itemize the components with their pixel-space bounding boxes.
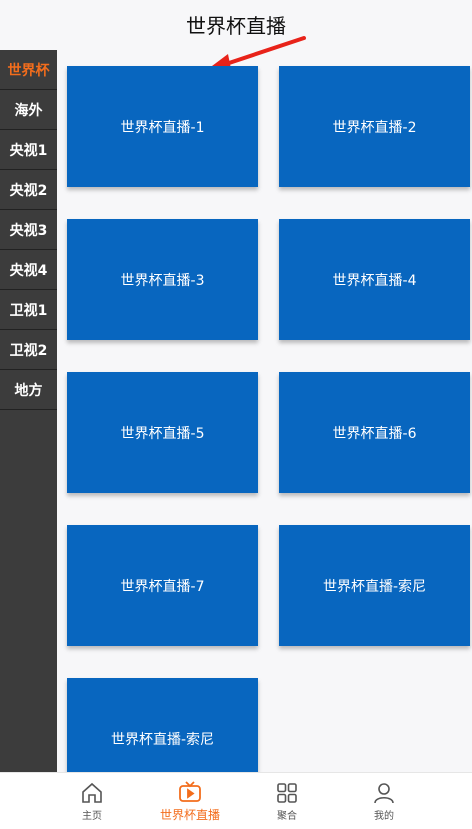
channel-card-label: 世界杯直播-4: [332, 272, 417, 289]
grid-icon: [277, 782, 297, 803]
sidebar-item-label: 卫视2: [9, 342, 48, 359]
sidebar-item-label: 世界杯: [7, 62, 50, 79]
channel-card-label: 世界杯直播-索尼: [110, 731, 215, 748]
sidebar-item-label: 央视2: [9, 182, 48, 199]
channel-card-sony[interactable]: 世界杯直播-索尼: [279, 525, 470, 646]
sidebar-item-satellite2[interactable]: 卫视2: [0, 330, 57, 370]
user-icon: [374, 782, 394, 803]
channel-card-label: 世界杯直播-2: [332, 119, 417, 136]
tab-label: 主页: [82, 810, 102, 822]
channel-card-3[interactable]: 世界杯直播-3: [67, 219, 258, 340]
tab-mine[interactable]: 我的: [344, 773, 424, 829]
sidebar-item-label: 海外: [14, 102, 43, 119]
category-sidebar: 世界杯 海外 央视1 央视2 央视3 央视4 卫视1 卫视2 地方: [0, 50, 57, 772]
channel-card-7[interactable]: 世界杯直播-7: [67, 525, 258, 646]
sidebar-item-cctv3[interactable]: 央视3: [0, 210, 57, 250]
channel-card-label: 世界杯直播-1: [120, 119, 205, 136]
sidebar-item-worldcup[interactable]: 世界杯: [0, 50, 57, 90]
sidebar-item-label: 央视1: [9, 142, 48, 159]
sidebar-item-cctv2[interactable]: 央视2: [0, 170, 57, 210]
tab-label: 聚合: [277, 810, 297, 822]
sidebar-item-overseas[interactable]: 海外: [0, 90, 57, 130]
channel-card-label: 世界杯直播-3: [120, 272, 205, 289]
channel-card-6[interactable]: 世界杯直播-6: [279, 372, 470, 493]
sidebar-item-label: 卫视1: [9, 302, 48, 319]
sidebar-item-satellite1[interactable]: 卫视1: [0, 290, 57, 330]
tab-label: 我的: [374, 810, 394, 822]
tab-worldcup-live[interactable]: 世界杯直播: [150, 773, 230, 829]
sidebar-item-cctv4[interactable]: 央视4: [0, 250, 57, 290]
channel-card-1[interactable]: 世界杯直播-1: [67, 66, 258, 187]
channel-card-2[interactable]: 世界杯直播-2: [279, 66, 470, 187]
home-icon: [82, 782, 102, 803]
tab-label: 世界杯直播: [159, 807, 220, 822]
channel-card-label: 世界杯直播-6: [332, 425, 417, 442]
sidebar-item-local[interactable]: 地方: [0, 370, 57, 410]
sidebar-item-label: 央视3: [9, 222, 48, 239]
channel-card-5[interactable]: 世界杯直播-5: [67, 372, 258, 493]
tv-icon: [179, 780, 201, 802]
sidebar-item-label: 地方: [14, 382, 43, 399]
bottom-tab-bar: 主页 世界杯直播 聚合 我的: [0, 772, 472, 829]
tab-aggregate[interactable]: 聚合: [247, 773, 327, 829]
sidebar-item-label: 央视4: [9, 262, 48, 279]
channel-card-label: 世界杯直播-索尼: [322, 578, 427, 595]
channel-card-label: 世界杯直播-5: [120, 425, 205, 442]
tab-home[interactable]: 主页: [52, 773, 132, 829]
sidebar-item-cctv1[interactable]: 央视1: [0, 130, 57, 170]
channel-card-4[interactable]: 世界杯直播-4: [279, 219, 470, 340]
channel-card-label: 世界杯直播-7: [120, 578, 205, 595]
